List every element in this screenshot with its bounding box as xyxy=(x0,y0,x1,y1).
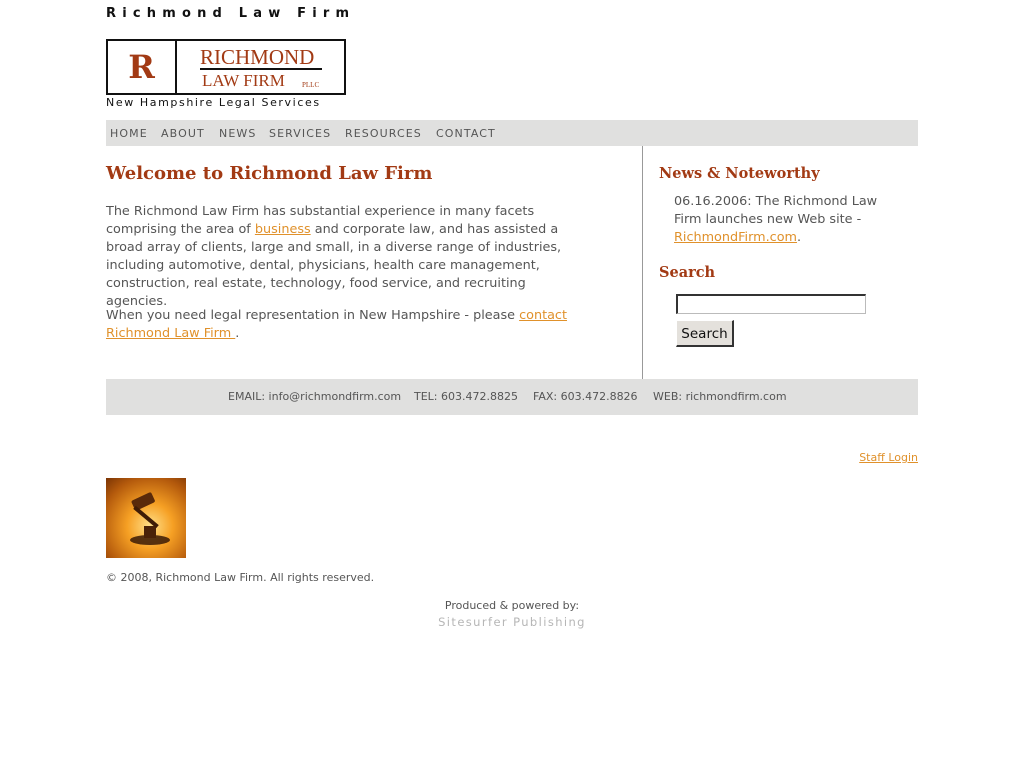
logo-line1: RICHMOND xyxy=(200,45,315,69)
search-button[interactable]: Search xyxy=(676,320,734,347)
logo-monogram: R xyxy=(108,41,177,93)
nav-about[interactable]: ABOUT xyxy=(161,120,205,147)
business-link[interactable]: business xyxy=(255,222,311,237)
contact-bar: EMAIL: info@richmondfirm.com TEL: 603.47… xyxy=(106,379,918,415)
contact-email: EMAIL: info@richmondfirm.com xyxy=(228,390,402,403)
nav-news[interactable]: NEWS xyxy=(219,120,256,147)
nav-contact[interactable]: CONTACT xyxy=(436,120,496,147)
tagline: New Hampshire Legal Services xyxy=(106,96,321,109)
main-nav: HOME ABOUT NEWS SERVICES RESOURCES CONTA… xyxy=(106,120,918,146)
contact-fax: FAX: 603.472.8826 xyxy=(533,390,638,403)
nav-resources[interactable]: RESOURCES xyxy=(345,120,422,147)
publisher-link[interactable]: Sitesurfer Publishing xyxy=(106,615,918,629)
gavel-icon xyxy=(130,492,170,545)
news-heading: News & Noteworthy xyxy=(659,165,820,182)
copyright: © 2008, Richmond Law Firm. All rights re… xyxy=(106,571,375,584)
contact-web: WEB: richmondfirm.com xyxy=(653,390,787,403)
news-link[interactable]: RichmondFirm.com xyxy=(674,230,797,245)
contact-text-end: . xyxy=(235,326,240,341)
nav-home[interactable]: HOME xyxy=(110,120,148,147)
logo[interactable]: R RICHMOND LAW FIRM PLLC xyxy=(106,39,346,95)
news-text-end: . xyxy=(797,230,802,245)
produced-by: Produced & powered by: xyxy=(444,599,580,612)
contact-tel: TEL: 603.472.8825 xyxy=(414,390,518,403)
search-input[interactable] xyxy=(676,294,866,314)
intro-paragraph: The Richmond Law Firm has substantial ex… xyxy=(106,203,584,311)
contact-paragraph: When you need legal representation in Ne… xyxy=(106,307,584,343)
search-heading: Search xyxy=(659,264,716,281)
page-title: Welcome to Richmond Law Firm xyxy=(106,163,433,184)
logo-line3: PLLC xyxy=(302,81,320,89)
news-item: 06.16.2006: The Richmond Law Firm launch… xyxy=(674,193,889,247)
news-text: 06.16.2006: The Richmond Law Firm launch… xyxy=(674,194,878,227)
logo-rule xyxy=(200,68,322,70)
staff-login-link[interactable]: Staff Login xyxy=(859,451,918,464)
main-content: Welcome to Richmond Law Firm The Richmon… xyxy=(106,146,643,379)
site-name: Richmond Law Firm xyxy=(106,6,356,21)
logo-line2: LAW FIRM xyxy=(202,71,285,90)
gavel-image xyxy=(106,478,186,558)
contact-text-start: When you need legal representation in Ne… xyxy=(106,308,520,323)
nav-services[interactable]: SERVICES xyxy=(269,120,331,147)
